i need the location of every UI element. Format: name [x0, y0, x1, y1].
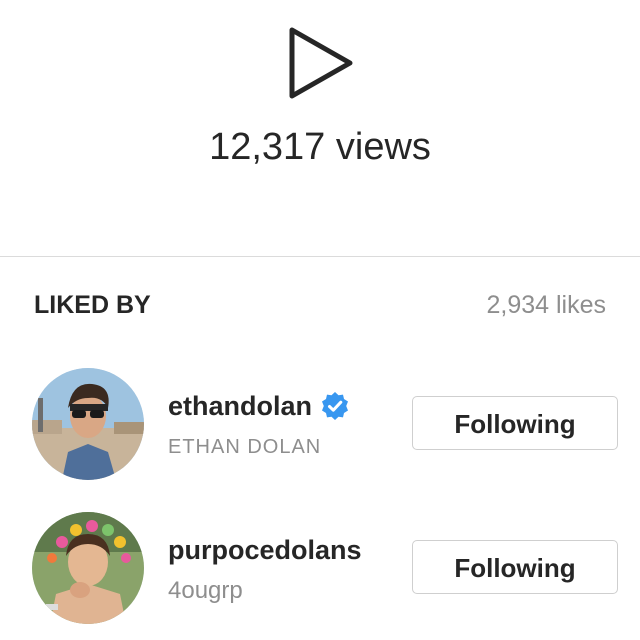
- list-item[interactable]: ethandolan ETHAN DOLAN Following: [0, 366, 640, 486]
- username[interactable]: ethandolan: [168, 388, 312, 424]
- following-button[interactable]: Following: [412, 540, 618, 594]
- avatar[interactable]: [32, 368, 144, 480]
- play-icon[interactable]: [284, 24, 356, 102]
- liked-by-heading: LIKED BY: [34, 291, 151, 319]
- likes-count[interactable]: 2,934 likes: [486, 288, 606, 322]
- username-line: purpocedolans: [168, 532, 362, 568]
- following-button[interactable]: Following: [412, 396, 618, 450]
- section-divider: [0, 256, 640, 257]
- full-name: ETHAN DOLAN: [168, 436, 322, 458]
- view-count: 12,317 views: [209, 126, 431, 168]
- username[interactable]: purpocedolans: [168, 532, 362, 568]
- verified-badge-icon: [322, 392, 349, 420]
- username-line: ethandolan: [168, 388, 350, 424]
- video-likes-screen: 12,317 views LIKED BY 2,934 likes ethand…: [0, 0, 640, 640]
- avatar[interactable]: [32, 512, 144, 624]
- full-name: 4ougrp: [168, 577, 243, 604]
- list-item[interactable]: purpocedolans 4ougrp Following: [0, 510, 640, 630]
